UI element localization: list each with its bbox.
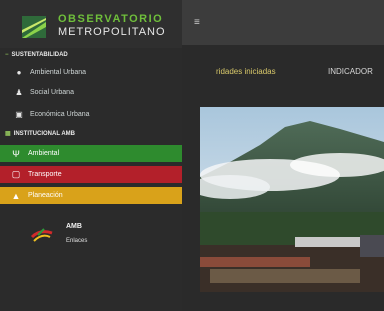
top-bar: ≡ <box>182 0 384 45</box>
logo-subtitle: METROPOLITANO <box>58 26 166 38</box>
sidebar-item-ambiental[interactable]: Ψ Ambiental <box>0 145 182 162</box>
tab-actividades-iniciadas[interactable]: ridades iniciadas <box>216 67 276 76</box>
cone-icon: ▲ <box>11 190 21 201</box>
section-label: INSTITUCIONAL AMB <box>13 131 76 137</box>
collapse-dash-icon: − <box>5 52 9 58</box>
leaf-icon: ● <box>16 68 22 77</box>
section-sustentabilidad[interactable]: − SUSTENTABILIDAD <box>5 52 68 58</box>
amb-title[interactable]: AMB <box>66 223 82 230</box>
sidebar: OBSERVATORIO METROPOLITANO − SUSTENTABILI… <box>0 0 182 311</box>
sidebar-item-economica-urbana[interactable]: ▣ Económica Urbana <box>12 110 90 119</box>
sidebar-item-planeacion[interactable]: ▲ Planeación <box>0 187 182 204</box>
main-content: ridades iniciadas INDICADOR <box>182 45 384 311</box>
logo-mark-icon <box>22 16 46 38</box>
landscape-photo <box>200 107 384 292</box>
sidebar-item-label: Económica Urbana <box>30 111 90 118</box>
amb-logo-icon[interactable] <box>30 225 54 243</box>
sidebar-item-label: Ambiental <box>28 150 60 157</box>
logo-title: OBSERVATORIO <box>58 13 164 25</box>
sidebar-item-transporte[interactable]: ▢ Transporte <box>0 166 182 183</box>
building-icon: ▦ <box>5 131 11 137</box>
sidebar-item-ambiental-urbana[interactable]: ● Ambiental Urbana <box>12 68 86 77</box>
tab-indicador[interactable]: INDICADOR <box>328 67 373 76</box>
bus-icon: ▢ <box>11 169 21 179</box>
sidebar-item-label: Social Urbana <box>30 89 74 96</box>
sidebar-item-label: Transporte <box>28 171 62 178</box>
sidebar-item-social-urbana[interactable]: ♟ Social Urbana <box>12 88 74 97</box>
plant-icon: Ψ <box>12 148 20 159</box>
people-icon: ♟ <box>15 88 23 97</box>
amb-enlaces-link[interactable]: Enlaces <box>66 238 87 244</box>
logo[interactable]: OBSERVATORIO METROPOLITANO <box>0 0 182 48</box>
sidebar-item-label: Planeación <box>28 192 63 199</box>
hamburger-icon[interactable]: ≡ <box>194 17 200 28</box>
section-label: SUSTENTABILIDAD <box>11 52 68 58</box>
money-icon: ▣ <box>15 110 23 119</box>
section-institucional[interactable]: ▦ INSTITUCIONAL AMB <box>5 130 75 137</box>
sidebar-item-label: Ambiental Urbana <box>30 69 87 76</box>
